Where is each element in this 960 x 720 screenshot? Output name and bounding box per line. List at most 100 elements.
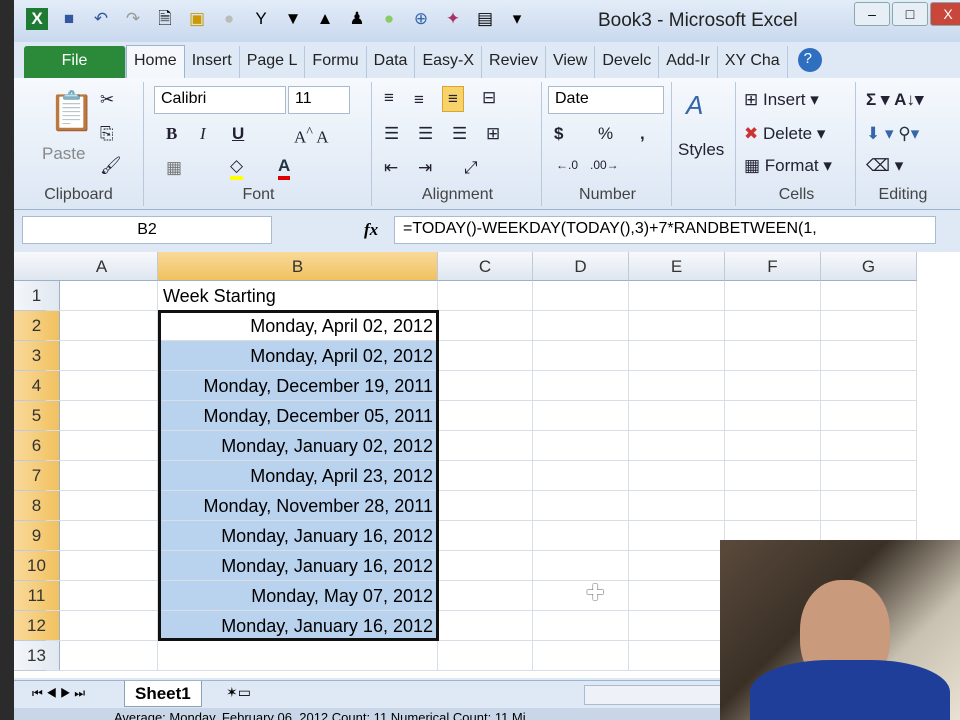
zoom-icon[interactable]: ⊕: [410, 8, 432, 30]
cell-C7[interactable]: [438, 461, 533, 491]
cell-C3[interactable]: [438, 341, 533, 371]
cell-D4[interactable]: [533, 371, 629, 401]
cell-F8[interactable]: [725, 491, 821, 521]
cell-F4[interactable]: [725, 371, 821, 401]
font-size-select[interactable]: 11: [288, 86, 350, 114]
column-header-B[interactable]: B: [158, 252, 438, 281]
cell-C1[interactable]: [438, 281, 533, 311]
cell-E6[interactable]: [629, 431, 725, 461]
bold-button[interactable]: B: [166, 124, 177, 144]
grow-font-icon[interactable]: A^ A: [294, 124, 329, 148]
format-cells-button[interactable]: ▦ Format ▾: [744, 156, 832, 176]
orientation-icon[interactable]: ⤢: [464, 158, 478, 178]
cell-E5[interactable]: [629, 401, 725, 431]
cell-D10[interactable]: [533, 551, 629, 581]
cell-C5[interactable]: [438, 401, 533, 431]
increase-indent-icon[interactable]: ⇥: [418, 158, 432, 178]
fill-icon[interactable]: ⬇ ▾ ⚲▾: [866, 124, 919, 144]
tab-developer[interactable]: Develc: [595, 46, 660, 78]
cell-E1[interactable]: [629, 281, 725, 311]
cell-A2[interactable]: [46, 311, 158, 341]
clear-icon[interactable]: ⌫ ▾: [866, 156, 903, 176]
formula-input[interactable]: =TODAY()-WEEKDAY(TODAY(),3)+7*RANDBETWEE…: [394, 216, 936, 244]
cell-G4[interactable]: [821, 371, 917, 401]
cell-A9[interactable]: [46, 521, 158, 551]
minimize-button[interactable]: –: [854, 2, 890, 26]
maximize-button[interactable]: □: [892, 2, 928, 26]
cell-E7[interactable]: [629, 461, 725, 491]
cell-D8[interactable]: [533, 491, 629, 521]
cell-D13[interactable]: [533, 641, 629, 671]
cell-E4[interactable]: [629, 371, 725, 401]
cell-G1[interactable]: [821, 281, 917, 311]
cell-E2[interactable]: [629, 311, 725, 341]
cell-B9[interactable]: Monday, January 16, 2012: [158, 521, 438, 551]
align-left-icon[interactable]: ☰: [384, 124, 399, 144]
cell-A8[interactable]: [46, 491, 158, 521]
cell-D5[interactable]: [533, 401, 629, 431]
cell-A10[interactable]: [46, 551, 158, 581]
cell-C4[interactable]: [438, 371, 533, 401]
print-preview-icon[interactable]: 🗎: [154, 8, 176, 30]
sort-down-icon[interactable]: ▼: [282, 8, 304, 30]
cell-C8[interactable]: [438, 491, 533, 521]
filter-icon[interactable]: Y: [250, 8, 272, 30]
person-icon[interactable]: ♟: [346, 8, 368, 30]
cell-E9[interactable]: [629, 521, 725, 551]
customize-icon[interactable]: ▾: [506, 8, 528, 30]
borders-icon[interactable]: ▦: [166, 158, 182, 178]
fx-icon[interactable]: fx: [364, 220, 378, 240]
cell-F6[interactable]: [725, 431, 821, 461]
cell-E12[interactable]: [629, 611, 725, 641]
underline-button[interactable]: U: [232, 124, 244, 144]
sheet-nav-icon[interactable]: ⏮ ◀ ▶ ⏭: [32, 686, 85, 701]
merge-center-icon[interactable]: ⊞: [486, 124, 500, 144]
cell-D1[interactable]: [533, 281, 629, 311]
tab-xy-chart[interactable]: XY Cha: [718, 46, 788, 78]
cell-D7[interactable]: [533, 461, 629, 491]
wrap-text-icon[interactable]: ⊟: [482, 88, 496, 108]
fill-color-icon[interactable]: ◇: [230, 156, 244, 180]
cell-G3[interactable]: [821, 341, 917, 371]
tab-file[interactable]: File: [24, 46, 126, 78]
cell-A7[interactable]: [46, 461, 158, 491]
decrease-indent-icon[interactable]: ⇤: [384, 158, 398, 178]
styles-group[interactable]: A Styles: [674, 82, 736, 206]
column-header-G[interactable]: G: [821, 252, 917, 281]
cell-E13[interactable]: [629, 641, 725, 671]
cell-F3[interactable]: [725, 341, 821, 371]
cell-B2[interactable]: Monday, April 02, 2012: [158, 311, 438, 341]
cell-A4[interactable]: [46, 371, 158, 401]
cell-C2[interactable]: [438, 311, 533, 341]
copy-icon[interactable]: ⎘: [100, 124, 114, 144]
tab-add-ins[interactable]: Add-Ir: [659, 46, 718, 78]
cell-C10[interactable]: [438, 551, 533, 581]
folder-icon[interactable]: ▣: [186, 8, 208, 30]
help-icon[interactable]: ?: [797, 48, 822, 72]
column-header-E[interactable]: E: [629, 252, 725, 281]
cell-B6[interactable]: Monday, January 02, 2012: [158, 431, 438, 461]
cell-C6[interactable]: [438, 431, 533, 461]
cell-G2[interactable]: [821, 311, 917, 341]
insert-sheet-icon[interactable]: ✶▭: [226, 684, 251, 701]
font-name-select[interactable]: Calibri: [154, 86, 286, 114]
cell-D11[interactable]: [533, 581, 629, 611]
cell-C13[interactable]: [438, 641, 533, 671]
toolbar-icon[interactable]: ▤: [474, 8, 496, 30]
comma-button[interactable]: ,: [640, 124, 645, 144]
cell-G7[interactable]: [821, 461, 917, 491]
styles-icon[interactable]: A: [686, 90, 703, 121]
increase-decimal-icon[interactable]: ←.0: [556, 158, 578, 172]
tab-view[interactable]: View: [546, 46, 596, 78]
cell-C9[interactable]: [438, 521, 533, 551]
cell-G6[interactable]: [821, 431, 917, 461]
align-top-icon[interactable]: ≡: [384, 88, 394, 108]
column-header-A[interactable]: A: [46, 252, 158, 281]
cell-B1[interactable]: Week Starting: [158, 281, 438, 311]
name-box[interactable]: B2: [22, 216, 272, 244]
italic-button[interactable]: I: [200, 124, 206, 144]
cell-A11[interactable]: [46, 581, 158, 611]
tab-page-layout[interactable]: Page L: [240, 46, 306, 78]
align-right-icon[interactable]: ☰: [452, 124, 467, 144]
cell-B11[interactable]: Monday, May 07, 2012: [158, 581, 438, 611]
